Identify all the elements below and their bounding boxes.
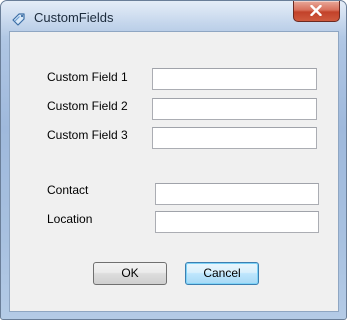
custom-field-1-input[interactable] xyxy=(152,68,317,90)
location-input[interactable] xyxy=(155,211,319,233)
tag-icon xyxy=(11,11,27,27)
dialog-client-area: Custom Field 1 Custom Field 2 Custom Fie… xyxy=(9,31,339,312)
custom-field-1-label: Custom Field 1 xyxy=(47,70,128,84)
custom-field-3-input[interactable] xyxy=(152,127,317,149)
contact-label: Contact xyxy=(47,183,89,197)
title-bar[interactable]: CustomFields xyxy=(1,1,346,33)
custom-field-2-input[interactable] xyxy=(152,98,317,120)
custom-field-2-label: Custom Field 2 xyxy=(47,99,128,113)
contact-input[interactable] xyxy=(155,183,319,205)
window-title: CustomFields xyxy=(34,10,114,25)
location-label: Location xyxy=(47,212,93,226)
cancel-button[interactable]: Cancel xyxy=(185,262,259,285)
close-icon xyxy=(310,5,322,16)
custom-field-3-label: Custom Field 3 xyxy=(47,128,128,142)
close-button[interactable] xyxy=(293,1,340,22)
ok-button[interactable]: OK xyxy=(93,262,167,285)
dialog-window: CustomFields Custom Field 1 Custom Field… xyxy=(0,0,347,320)
